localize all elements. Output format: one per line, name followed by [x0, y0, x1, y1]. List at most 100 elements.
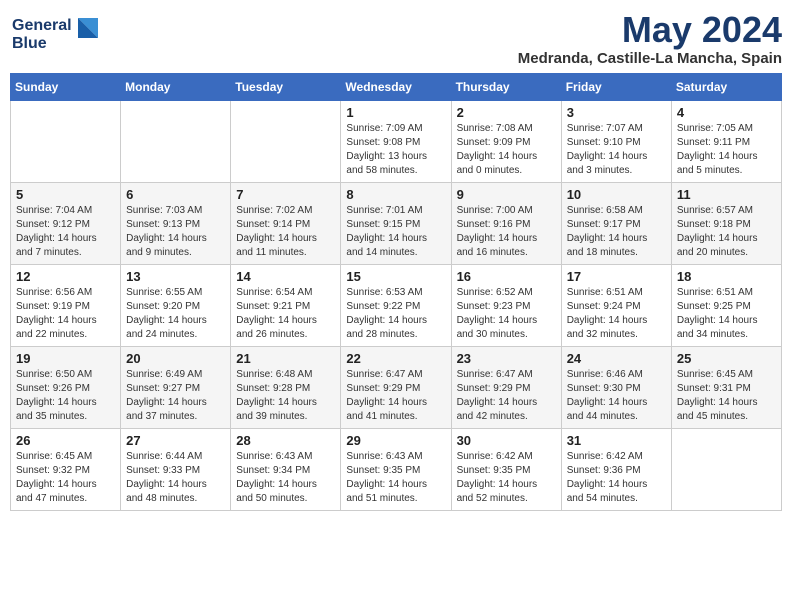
- day-cell: 21Sunrise: 6:48 AM Sunset: 9:28 PM Dayli…: [231, 346, 341, 428]
- day-cell: 12Sunrise: 6:56 AM Sunset: 9:19 PM Dayli…: [11, 264, 121, 346]
- day-number: 15: [346, 269, 445, 284]
- day-cell: 7 Sunrise: 7:02 AM Sunset: 9:14 PM Daylig…: [231, 182, 341, 264]
- day-detail: Sunrise: 7:00 AM Sunset: 9:16 PM Dayligh…: [457, 204, 556, 260]
- day-number: 9: [457, 187, 556, 202]
- day-cell: 28 Sunrise: 6:43 AM Sunset: 9:34 PM Dayli…: [231, 428, 341, 510]
- day-number: 29: [346, 433, 445, 448]
- day-number: 2: [457, 105, 556, 120]
- header-cell-tuesday: Tuesday: [231, 73, 341, 100]
- day-detail: Sunrise: 6:54 AM Sunset: 9:21 PM Dayligh…: [236, 286, 335, 342]
- day-detail: Sunrise: 6:57 AM Sunset: 9:18 PM Dayligh…: [677, 204, 776, 260]
- day-number: 1: [346, 105, 445, 120]
- day-cell: 16 Sunrise: 6:52 AM Sunset: 9:23 PM Dayli…: [451, 264, 561, 346]
- calendar-table: SundayMondayTuesdayWednesdayThursdayFrid…: [10, 73, 782, 511]
- header-cell-friday: Friday: [561, 73, 671, 100]
- day-cell: 31 Sunrise: 6:42 AM Sunset: 9:36 PM Dayli…: [561, 428, 671, 510]
- calendar-body: 1Sunrise: 7:09 AM Sunset: 9:08 PM Daylig…: [11, 100, 782, 510]
- day-detail: Sunrise: 7:03 AM Sunset: 9:13 PM Dayligh…: [126, 204, 225, 260]
- day-detail: Sunrise: 6:47 AM Sunset: 9:29 PM Dayligh…: [457, 368, 556, 424]
- day-number: 7: [236, 187, 335, 202]
- week-row-2: 12Sunrise: 6:56 AM Sunset: 9:19 PM Dayli…: [11, 264, 782, 346]
- day-number: 26: [16, 433, 115, 448]
- day-cell: 13 Sunrise: 6:55 AM Sunset: 9:20 PM Dayli…: [121, 264, 231, 346]
- day-cell: 6 Sunrise: 7:03 AM Sunset: 9:13 PM Daylig…: [121, 182, 231, 264]
- day-cell: 10 Sunrise: 6:58 AM Sunset: 9:17 PM Dayli…: [561, 182, 671, 264]
- day-number: 16: [457, 269, 556, 284]
- day-cell: 5Sunrise: 7:04 AM Sunset: 9:12 PM Daylig…: [11, 182, 121, 264]
- day-detail: Sunrise: 7:01 AM Sunset: 9:15 PM Dayligh…: [346, 204, 445, 260]
- day-cell: 1Sunrise: 7:09 AM Sunset: 9:08 PM Daylig…: [341, 100, 451, 182]
- day-number: 25: [677, 351, 776, 366]
- day-cell: [671, 428, 781, 510]
- day-cell: 30Sunrise: 6:42 AM Sunset: 9:35 PM Dayli…: [451, 428, 561, 510]
- header-cell-wednesday: Wednesday: [341, 73, 451, 100]
- day-number: 14: [236, 269, 335, 284]
- day-number: 18: [677, 269, 776, 284]
- week-row-4: 26Sunrise: 6:45 AM Sunset: 9:32 PM Dayli…: [11, 428, 782, 510]
- svg-text:General: General: [12, 17, 72, 34]
- day-detail: Sunrise: 6:51 AM Sunset: 9:24 PM Dayligh…: [567, 286, 666, 342]
- day-detail: Sunrise: 6:56 AM Sunset: 9:19 PM Dayligh…: [16, 286, 115, 342]
- day-detail: Sunrise: 6:58 AM Sunset: 9:17 PM Dayligh…: [567, 204, 666, 260]
- day-detail: Sunrise: 6:52 AM Sunset: 9:23 PM Dayligh…: [457, 286, 556, 342]
- location-title: Medranda, Castille-La Mancha, Spain: [518, 50, 782, 67]
- day-number: 31: [567, 433, 666, 448]
- day-number: 6: [126, 187, 225, 202]
- day-cell: [231, 100, 341, 182]
- day-detail: Sunrise: 7:02 AM Sunset: 9:14 PM Dayligh…: [236, 204, 335, 260]
- day-number: 22: [346, 351, 445, 366]
- day-cell: 19 Sunrise: 6:50 AM Sunset: 9:26 PM Dayli…: [11, 346, 121, 428]
- title-block: May 2024 Medranda, Castille-La Mancha, S…: [518, 10, 782, 67]
- day-detail: Sunrise: 6:43 AM Sunset: 9:34 PM Dayligh…: [236, 450, 335, 506]
- day-number: 24: [567, 351, 666, 366]
- day-detail: Sunrise: 7:08 AM Sunset: 9:09 PM Dayligh…: [457, 122, 556, 178]
- day-cell: 3 Sunrise: 7:07 AM Sunset: 9:10 PM Daylig…: [561, 100, 671, 182]
- day-detail: Sunrise: 6:55 AM Sunset: 9:20 PM Dayligh…: [126, 286, 225, 342]
- svg-text:Blue: Blue: [12, 35, 47, 52]
- day-cell: 8 Sunrise: 7:01 AM Sunset: 9:15 PM Daylig…: [341, 182, 451, 264]
- day-number: 23: [457, 351, 556, 366]
- day-cell: 15 Sunrise: 6:53 AM Sunset: 9:22 PM Dayli…: [341, 264, 451, 346]
- day-cell: 25Sunrise: 6:45 AM Sunset: 9:31 PM Dayli…: [671, 346, 781, 428]
- day-detail: Sunrise: 6:43 AM Sunset: 9:35 PM Dayligh…: [346, 450, 445, 506]
- day-number: 13: [126, 269, 225, 284]
- day-detail: Sunrise: 7:05 AM Sunset: 9:11 PM Dayligh…: [677, 122, 776, 178]
- page-header: General Blue May 2024 Medranda, Castille…: [10, 10, 782, 67]
- day-cell: 22 Sunrise: 6:47 AM Sunset: 9:29 PM Dayli…: [341, 346, 451, 428]
- header-cell-monday: Monday: [121, 73, 231, 100]
- day-detail: Sunrise: 6:42 AM Sunset: 9:35 PM Dayligh…: [457, 450, 556, 506]
- day-number: 21: [236, 351, 335, 366]
- day-cell: 26Sunrise: 6:45 AM Sunset: 9:32 PM Dayli…: [11, 428, 121, 510]
- day-number: 3: [567, 105, 666, 120]
- week-row-1: 5Sunrise: 7:04 AM Sunset: 9:12 PM Daylig…: [11, 182, 782, 264]
- day-number: 8: [346, 187, 445, 202]
- day-cell: 27Sunrise: 6:44 AM Sunset: 9:33 PM Dayli…: [121, 428, 231, 510]
- month-title: May 2024: [518, 10, 782, 50]
- day-detail: Sunrise: 7:07 AM Sunset: 9:10 PM Dayligh…: [567, 122, 666, 178]
- day-detail: Sunrise: 6:50 AM Sunset: 9:26 PM Dayligh…: [16, 368, 115, 424]
- logo-text: General Blue: [10, 10, 100, 59]
- day-detail: Sunrise: 7:04 AM Sunset: 9:12 PM Dayligh…: [16, 204, 115, 260]
- day-detail: Sunrise: 6:53 AM Sunset: 9:22 PM Dayligh…: [346, 286, 445, 342]
- day-detail: Sunrise: 6:47 AM Sunset: 9:29 PM Dayligh…: [346, 368, 445, 424]
- week-row-0: 1Sunrise: 7:09 AM Sunset: 9:08 PM Daylig…: [11, 100, 782, 182]
- day-number: 28: [236, 433, 335, 448]
- day-detail: Sunrise: 6:42 AM Sunset: 9:36 PM Dayligh…: [567, 450, 666, 506]
- day-cell: [121, 100, 231, 182]
- day-detail: Sunrise: 6:46 AM Sunset: 9:30 PM Dayligh…: [567, 368, 666, 424]
- header-cell-sunday: Sunday: [11, 73, 121, 100]
- header-cell-thursday: Thursday: [451, 73, 561, 100]
- calendar-header: SundayMondayTuesdayWednesdayThursdayFrid…: [11, 73, 782, 100]
- day-cell: 9 Sunrise: 7:00 AM Sunset: 9:16 PM Daylig…: [451, 182, 561, 264]
- day-cell: 11 Sunrise: 6:57 AM Sunset: 9:18 PM Dayli…: [671, 182, 781, 264]
- day-cell: 14 Sunrise: 6:54 AM Sunset: 9:21 PM Dayli…: [231, 264, 341, 346]
- header-row: SundayMondayTuesdayWednesdayThursdayFrid…: [11, 73, 782, 100]
- logo: General Blue: [10, 10, 100, 59]
- day-number: 11: [677, 187, 776, 202]
- day-number: 19: [16, 351, 115, 366]
- day-cell: 29 Sunrise: 6:43 AM Sunset: 9:35 PM Dayli…: [341, 428, 451, 510]
- day-cell: 24 Sunrise: 6:46 AM Sunset: 9:30 PM Dayli…: [561, 346, 671, 428]
- day-cell: 4Sunrise: 7:05 AM Sunset: 9:11 PM Daylig…: [671, 100, 781, 182]
- day-cell: 18Sunrise: 6:51 AM Sunset: 9:25 PM Dayli…: [671, 264, 781, 346]
- day-number: 10: [567, 187, 666, 202]
